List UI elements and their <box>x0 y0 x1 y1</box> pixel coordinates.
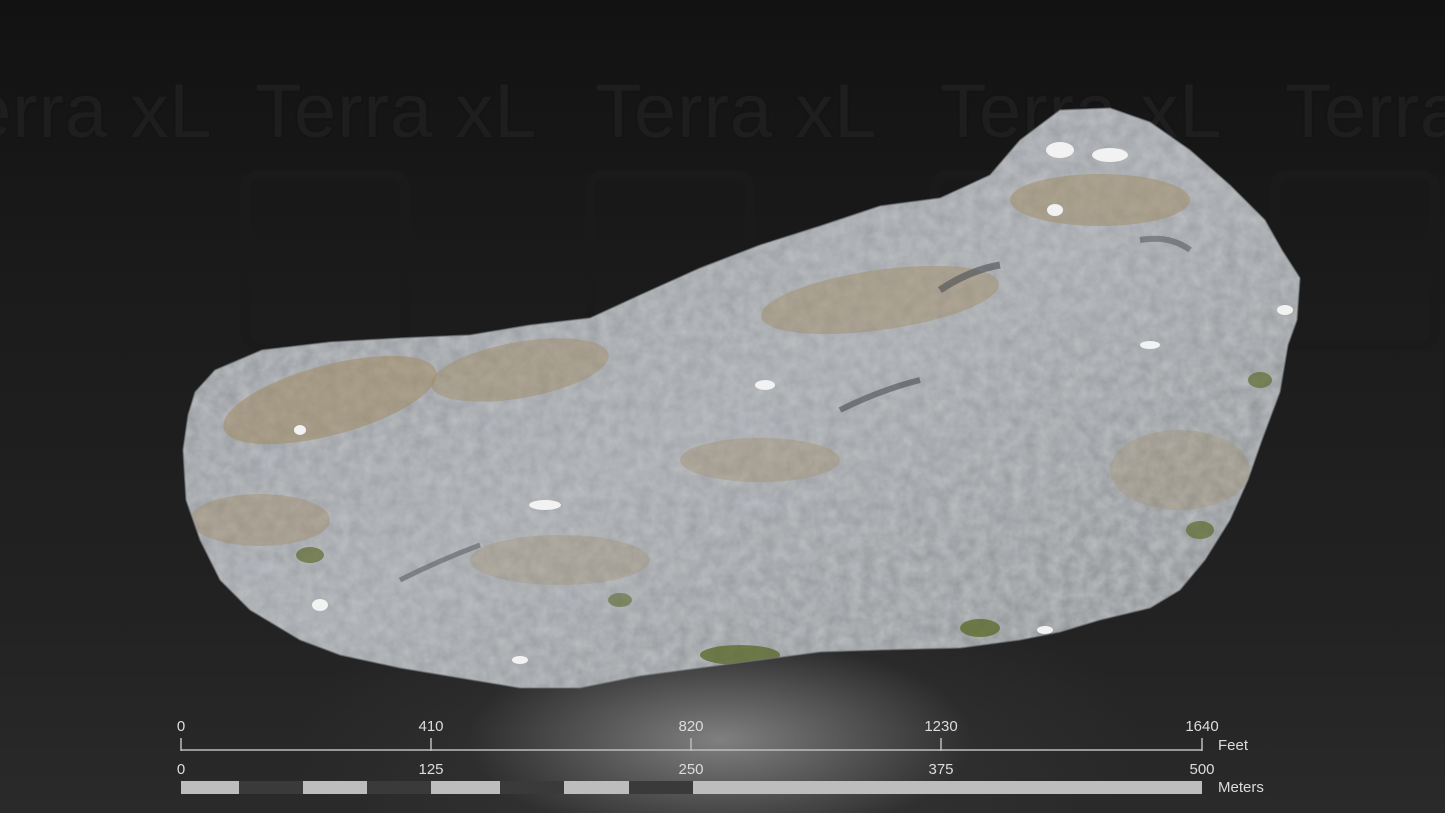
meters-segment-dark <box>500 781 564 794</box>
feet-unit-label: Feet <box>1218 737 1249 754</box>
feet-tick-label: 820 <box>678 718 704 735</box>
meters-tick-label: 0 <box>176 761 186 778</box>
meters-tick-label: 375 <box>928 761 954 778</box>
scale-bar <box>180 738 1203 794</box>
meters-segment-dark <box>239 781 303 794</box>
feet-tick-label: 1640 <box>1185 718 1219 735</box>
meters-segment-dark <box>367 781 431 794</box>
meters-tick-label: 500 <box>1189 761 1215 778</box>
meters-tick-label: 250 <box>678 761 704 778</box>
feet-scale <box>180 738 1203 751</box>
meters-tick-label: 125 <box>418 761 444 778</box>
feet-tick-label: 0 <box>176 718 186 735</box>
meters-segment-dark <box>629 781 693 794</box>
meters-scale <box>181 781 1202 794</box>
meters-unit-label: Meters <box>1218 779 1264 796</box>
feet-tick-label: 1230 <box>924 718 958 735</box>
feet-tick-label: 410 <box>418 718 444 735</box>
